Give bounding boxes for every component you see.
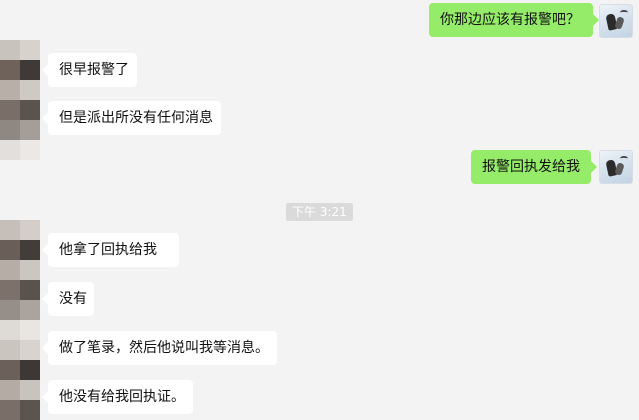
chat-panel: 你那边应该有报警吧？ 很早报警了 但是派出所没有任何消息 报警回执发给我 下午 …	[0, 0, 639, 420]
contact-avatar-mosaic	[0, 300, 40, 340]
self-avatar[interactable]	[599, 4, 633, 38]
outgoing-message-bubble[interactable]: 报警回执发给我	[471, 150, 597, 184]
incoming-message-bubble[interactable]: 但是派出所没有任何消息	[42, 101, 221, 135]
contact-avatar-mosaic	[0, 120, 40, 160]
contact-avatar-mosaic	[0, 260, 40, 300]
timestamp-divider: 下午 3:21	[286, 203, 353, 221]
contact-avatar-mosaic	[0, 340, 40, 380]
incoming-message-bubble[interactable]: 做了笔录，然后他说叫我等消息。	[42, 331, 277, 365]
incoming-message-bubble[interactable]: 他拿了回执给我	[42, 233, 179, 267]
contact-avatar-mosaic[interactable]	[0, 220, 40, 260]
incoming-message-bubble[interactable]: 很早报警了	[42, 53, 137, 87]
incoming-message-bubble[interactable]: 他没有给我回执证。	[42, 380, 193, 414]
contact-avatar-mosaic[interactable]	[0, 40, 40, 80]
contact-avatar-mosaic	[0, 380, 40, 420]
self-avatar[interactable]	[599, 150, 633, 184]
contact-avatar-mosaic	[0, 80, 40, 120]
outgoing-message-bubble[interactable]: 你那边应该有报警吧？	[429, 3, 599, 37]
incoming-message-bubble[interactable]: 没有	[42, 282, 94, 316]
